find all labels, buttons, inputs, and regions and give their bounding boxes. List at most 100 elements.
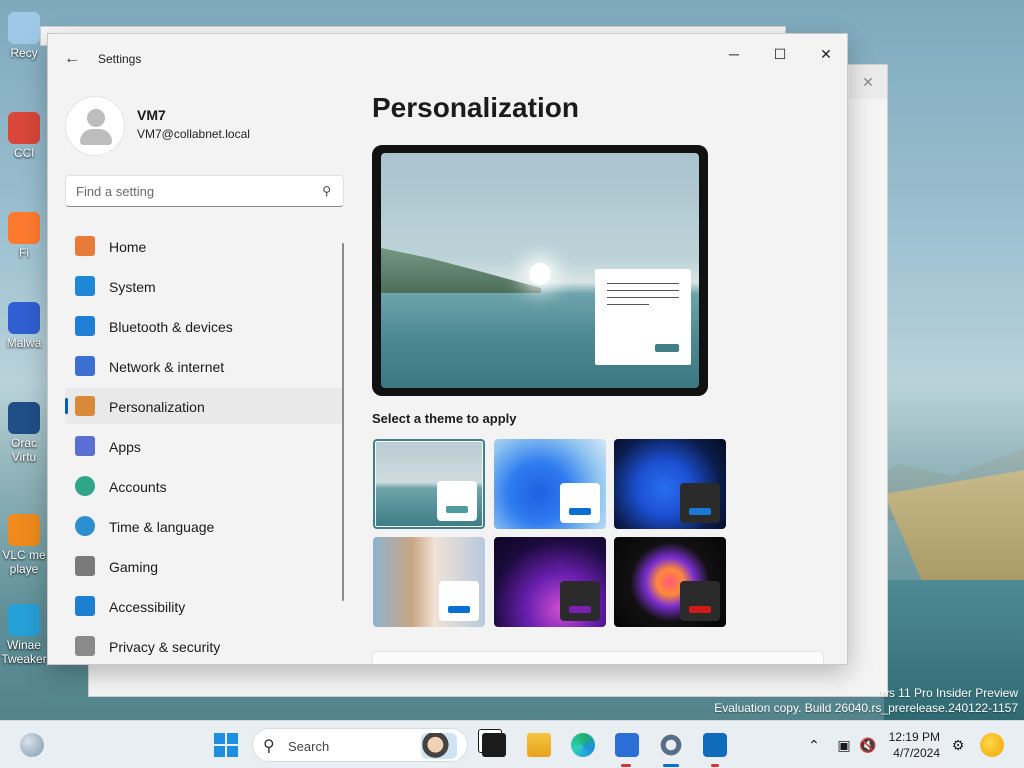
chevron-up-icon[interactable]: ⌃ bbox=[802, 733, 826, 757]
theme-accent-bar bbox=[569, 606, 591, 613]
search-highlight-image[interactable] bbox=[421, 733, 457, 759]
preview-sun bbox=[529, 263, 551, 285]
theme-section-label: Select a theme to apply bbox=[372, 411, 517, 426]
bluetooth-icon bbox=[75, 316, 95, 336]
page-title: Personalization bbox=[372, 92, 579, 123]
avatar[interactable] bbox=[65, 96, 125, 156]
sidebar-item-apps[interactable]: Apps bbox=[65, 428, 344, 464]
preview-line bbox=[607, 297, 679, 298]
brush-icon bbox=[75, 396, 95, 416]
sidebar-scrollbar[interactable] bbox=[342, 243, 344, 601]
sidebar-item-accounts[interactable]: Accounts bbox=[65, 468, 344, 504]
sidebar-item-label: Apps bbox=[109, 439, 141, 455]
start-icon[interactable] bbox=[214, 733, 238, 757]
theme-window-chip bbox=[439, 581, 479, 621]
desktop-icon[interactable]: VLC me playe bbox=[0, 514, 48, 576]
settings-gear-icon[interactable] bbox=[659, 733, 683, 757]
task-view-icon[interactable] bbox=[482, 733, 506, 757]
desktop-icon-label: Recy bbox=[10, 46, 38, 60]
widgets-icon[interactable] bbox=[20, 733, 44, 757]
accessibility-icon bbox=[75, 596, 95, 616]
preview-line bbox=[607, 304, 649, 305]
back-button[interactable]: ← bbox=[62, 49, 82, 69]
desktop-icon-label: Fi bbox=[19, 246, 29, 260]
profile-name: VM7 bbox=[137, 107, 166, 123]
theme-bloom-dark[interactable] bbox=[614, 439, 726, 529]
sidebar-item-privacy-security[interactable]: Privacy & security bbox=[65, 628, 344, 664]
sidebar-item-system[interactable]: System bbox=[65, 268, 344, 304]
desktop-app-icon bbox=[8, 402, 40, 434]
sidebar-item-home[interactable]: Home bbox=[65, 228, 344, 264]
sidebar-item-accessibility[interactable]: Accessibility bbox=[65, 588, 344, 624]
sidebar-item-bluetooth-devices[interactable]: Bluetooth & devices bbox=[65, 308, 344, 344]
apps-icon bbox=[75, 436, 95, 456]
theme-accent-bar bbox=[569, 508, 591, 515]
file-explorer-icon[interactable] bbox=[527, 733, 551, 757]
theme-flowers[interactable] bbox=[373, 537, 485, 627]
clock[interactable]: 12:19 PM 4/7/2024 bbox=[889, 729, 940, 761]
network-icon[interactable]: ▣ bbox=[832, 733, 856, 757]
sidebar-item-label: System bbox=[109, 279, 156, 295]
next-settings-card[interactable] bbox=[372, 651, 824, 664]
sidebar-item-label: Bluetooth & devices bbox=[109, 319, 233, 335]
preview-line bbox=[607, 290, 679, 291]
outlook-icon[interactable] bbox=[703, 733, 727, 757]
desktop-icon[interactable]: Malwa bbox=[0, 302, 48, 350]
edge-icon[interactable] bbox=[571, 733, 595, 757]
theme-captured-motion[interactable] bbox=[614, 537, 726, 627]
insider-pre-icon[interactable] bbox=[980, 733, 1004, 757]
theme-accent-bar bbox=[689, 508, 711, 515]
shield-icon bbox=[75, 636, 95, 656]
sidebar-item-personalization[interactable]: Personalization bbox=[65, 388, 344, 424]
theme-accent-bar bbox=[446, 506, 468, 513]
clock-globe-icon bbox=[75, 516, 95, 536]
sidebar-item-time-language[interactable]: Time & language bbox=[65, 508, 344, 544]
store-icon[interactable] bbox=[615, 733, 639, 757]
notification-icon[interactable]: ⚙ bbox=[946, 733, 970, 757]
system-icon bbox=[75, 276, 95, 296]
theme-lake[interactable] bbox=[373, 439, 485, 529]
theme-window-chip bbox=[680, 581, 720, 621]
desktop-icon[interactable]: Fi bbox=[0, 212, 48, 260]
search-input[interactable] bbox=[66, 176, 306, 206]
sidebar-item-network-internet[interactable]: Network & internet bbox=[65, 348, 344, 384]
desktop-icon[interactable]: Orac Virtu bbox=[0, 402, 48, 464]
desktop-app-icon bbox=[8, 12, 40, 44]
theme-bloom-light[interactable] bbox=[494, 439, 606, 529]
volume-muted-icon[interactable]: 🔇 bbox=[856, 733, 880, 757]
desktop-app-icon bbox=[8, 112, 40, 144]
minimize-button[interactable]: ─ bbox=[711, 40, 757, 68]
sidebar-item-label: Home bbox=[109, 239, 147, 255]
search-icon: ⚲ bbox=[263, 738, 275, 755]
sidebar-item-label: Network & internet bbox=[109, 359, 225, 375]
theme-accent-bar bbox=[448, 606, 470, 613]
avatar-head-icon bbox=[87, 109, 105, 127]
taskbar-search[interactable]: ⚲ Search bbox=[252, 728, 468, 762]
user-profile[interactable]: VM7 VM7@collabnet.local bbox=[65, 96, 345, 156]
find-setting-search[interactable]: ⚲ bbox=[65, 175, 344, 207]
title-bar: ← Settings ─ ☐ ✕ bbox=[48, 34, 847, 82]
maximize-button[interactable]: ☐ bbox=[757, 40, 803, 68]
preview-mountain bbox=[381, 248, 541, 293]
sidebar-item-label: Personalization bbox=[109, 399, 205, 415]
preview-wallpaper bbox=[381, 153, 699, 388]
taskbar: ⚲ Search ⌃ ▣ 🔇 12:19 PM 4/7/2024 ⚙ bbox=[0, 720, 1024, 768]
close-button[interactable]: ✕ bbox=[803, 40, 847, 68]
background-window-close-icon[interactable]: ✕ bbox=[849, 65, 887, 99]
sidebar-item-label: Accessibility bbox=[109, 599, 186, 615]
theme-window-chip bbox=[560, 483, 600, 523]
taskbar-search-label: Search bbox=[288, 739, 330, 754]
search-icon[interactable]: ⚲ bbox=[322, 184, 331, 198]
watermark-line-2: Evaluation copy. Build 26040.rs_prerelea… bbox=[714, 701, 1018, 715]
sidebar-item-label: Accounts bbox=[109, 479, 167, 495]
desktop-icon[interactable]: CCl bbox=[0, 112, 48, 160]
clock-time: 12:19 PM bbox=[888, 730, 940, 744]
home-icon bbox=[75, 236, 95, 256]
profile-email: VM7@collabnet.local bbox=[137, 127, 250, 141]
sidebar-item-label: Gaming bbox=[109, 559, 159, 575]
desktop-icon[interactable]: Winae Tweaker bbox=[0, 604, 48, 666]
theme-glow[interactable] bbox=[494, 537, 606, 627]
window-title: Settings bbox=[98, 52, 142, 66]
sidebar-item-gaming[interactable]: Gaming bbox=[65, 548, 344, 584]
desktop-app-icon bbox=[8, 514, 40, 546]
